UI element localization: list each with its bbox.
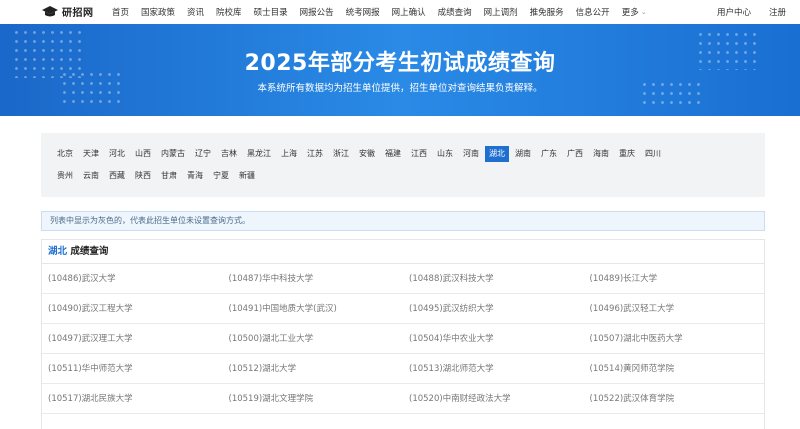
province-item[interactable]: 新疆	[235, 168, 259, 184]
province-item[interactable]: 四川	[641, 146, 665, 162]
school-item: (10507)湖北中医药大学	[589, 334, 683, 344]
school-item: (10511)华中师范大学	[48, 364, 133, 374]
province-item[interactable]: 安徽	[355, 146, 379, 162]
province-item[interactable]: 山西	[131, 146, 155, 162]
register-link[interactable]: 注册	[769, 6, 786, 18]
nav-registration-notice[interactable]: 网报公告	[300, 6, 334, 18]
province-row: 贵州 云南 西藏 陕西 甘肃 青海 宁夏 新疆	[53, 168, 261, 184]
nav-more[interactable]: 更多 ⌄	[622, 6, 647, 18]
province-item[interactable]: 天津	[79, 146, 103, 162]
province-item[interactable]: 内蒙古	[157, 146, 189, 162]
table-row: (10517)湖北民族大学 (10519)湖北文理学院 (10520)中南财经政法大…	[42, 384, 764, 414]
province-item[interactable]: 重庆	[615, 146, 639, 162]
table-row: (10497)武汉理工大学 (10500)湖北工业大学 (10504)华中农业大学 (…	[42, 324, 764, 354]
top-nav: 研招网 首页 国家政策 资讯 院校库 硕士目录 网报公告 统考网报 网上确认 成…	[0, 0, 800, 24]
hero-banner: 2025年部分考生初试成绩查询 本系统所有数据均为招生单位提供，招生单位对查询结…	[0, 24, 800, 116]
province-item[interactable]: 青海	[183, 168, 207, 184]
province-item[interactable]: 吉林	[217, 146, 241, 162]
heading-suffix: 成绩查询	[70, 246, 109, 257]
school-item: (10496)武汉轻工大学	[589, 304, 675, 314]
table-row: (10486)武汉大学 (10487)华中科技大学 (10488)武汉科技大学 (10…	[42, 264, 764, 294]
province-item[interactable]: 河南	[459, 146, 483, 162]
school-item: (10495)武汉纺织大学	[409, 304, 494, 314]
nav-recommendation[interactable]: 推免服务	[530, 6, 564, 18]
school-item: (10497)武汉理工大学	[48, 334, 133, 344]
nav-news[interactable]: 资讯	[187, 6, 204, 18]
province-item[interactable]: 北京	[53, 146, 77, 162]
province-item[interactable]: 湖北	[485, 146, 509, 162]
province-item[interactable]: 福建	[381, 146, 405, 162]
province-item[interactable]: 甘肃	[157, 168, 181, 184]
province-item[interactable]: 湖南	[511, 146, 535, 162]
school-item: (10489)长江大学	[589, 274, 658, 284]
nav-school-db[interactable]: 院校库	[216, 6, 242, 18]
page-subtitle: 本系统所有数据均为招生单位提供，招生单位对查询结果负责解释。	[257, 83, 543, 94]
school-item: (10504)华中农业大学	[409, 334, 494, 344]
graduation-cap-icon	[42, 5, 58, 16]
table-row: (10490)武汉工程大学 (10491)中国地质大学(武汉) (10495)武汉纺…	[42, 294, 764, 324]
nav-score-query[interactable]: 成绩查询	[438, 6, 472, 18]
school-item: (10514)黄冈师范学院	[589, 364, 675, 374]
school-item: (10500)湖北工业大学	[228, 334, 314, 344]
school-item: (10522)武汉体育学院	[589, 394, 675, 404]
province-selector: 北京 天津 河北 山西 内蒙古 辽宁 吉林 黑龙江 上海 江苏 浙江 安徽 福建 江西 山东 河南 湖北 湖南 广东…	[41, 133, 765, 197]
user-links: 用户中心 注册	[717, 0, 786, 24]
school-item: (10486)武汉大学	[48, 274, 116, 284]
user-center-link[interactable]: 用户中心	[717, 6, 751, 18]
logo-text: 研招网	[62, 8, 94, 19]
school-grid: (10486)武汉大学 (10487)华中科技大学 (10488)武汉科技大学 (10…	[42, 264, 764, 414]
nav-master-catalog[interactable]: 硕士目录	[254, 6, 288, 18]
province-item[interactable]: 黑龙江	[243, 146, 275, 162]
province-item[interactable]: 上海	[277, 146, 301, 162]
province-item[interactable]: 海南	[589, 146, 613, 162]
table-row: (10511)华中师范大学 (10512)湖北大学 (10513)湖北师范大学 (10…	[42, 354, 764, 384]
province-item[interactable]: 江苏	[303, 146, 327, 162]
school-item: (10520)中南财经政法大学	[409, 394, 511, 404]
nav-more-label: 更多	[621, 8, 639, 18]
province-item[interactable]: 西藏	[105, 168, 129, 184]
nav-home[interactable]: 首页	[112, 6, 129, 18]
school-item: (10512)湖北大学	[228, 364, 297, 374]
province-item[interactable]: 陕西	[131, 168, 155, 184]
info-notice: 列表中显示为灰色的，代表此招生单位未设置查询方式。	[41, 211, 765, 231]
school-item: (10491)中国地质大学(武汉)	[228, 304, 337, 314]
logo[interactable]: 研招网	[41, 4, 94, 19]
selected-province-label: 湖北	[48, 246, 68, 257]
school-item: (10517)湖北民族大学	[48, 394, 133, 404]
school-item: (10488)武汉科技大学	[409, 274, 494, 284]
nav-policy[interactable]: 国家政策	[141, 6, 175, 18]
list-heading: 湖北 成绩查询	[42, 240, 764, 264]
province-item[interactable]: 广东	[537, 146, 561, 162]
chevron-down-icon: ⌄	[640, 8, 647, 16]
page-title: 2025年部分考生初试成绩查询	[244, 51, 556, 76]
province-item[interactable]: 宁夏	[209, 168, 233, 184]
school-item: (10519)湖北文理学院	[228, 394, 314, 404]
nav-unified-registration[interactable]: 统考网报	[346, 6, 380, 18]
province-item[interactable]: 云南	[79, 168, 103, 184]
province-item[interactable]: 浙江	[329, 146, 353, 162]
nav-info-disclosure[interactable]: 信息公开	[576, 6, 610, 18]
score-query-list: 湖北 成绩查询 (10486)武汉大学 (10487)华中科技大学 (10488)武…	[41, 239, 765, 429]
province-item[interactable]: 贵州	[53, 168, 77, 184]
province-item[interactable]: 河北	[105, 146, 129, 162]
main-menu: 首页 国家政策 资讯 院校库 硕士目录 网报公告 统考网报 网上确认 成绩查询 …	[112, 0, 659, 24]
province-item[interactable]: 江西	[407, 146, 431, 162]
school-item: (10487)华中科技大学	[228, 274, 314, 284]
province-row: 北京 天津 河北 山西 内蒙古 辽宁 吉林 黑龙江 上海 江苏 浙江 安徽 福建 江西 山东 河南 湖北 湖南 广东…	[53, 146, 667, 162]
province-item[interactable]: 广西	[563, 146, 587, 162]
nav-online-confirm[interactable]: 网上确认	[392, 6, 426, 18]
school-item: (10513)湖北师范大学	[409, 364, 494, 374]
province-item[interactable]: 辽宁	[191, 146, 215, 162]
province-item[interactable]: 山东	[433, 146, 457, 162]
nav-adjustment[interactable]: 网上调剂	[484, 6, 518, 18]
school-item: (10490)武汉工程大学	[48, 304, 133, 314]
